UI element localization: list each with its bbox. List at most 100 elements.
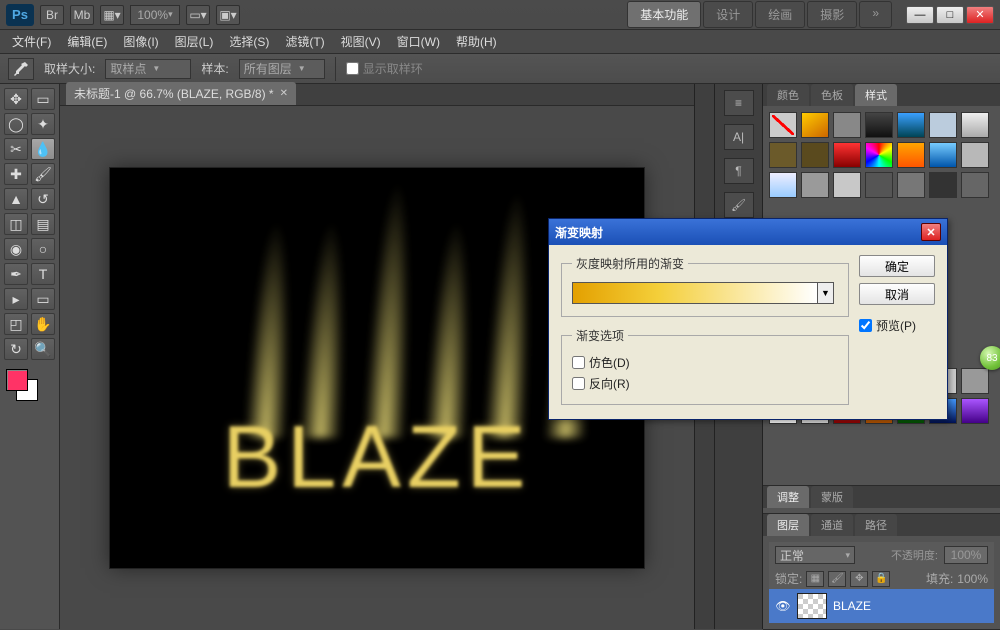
reverse-checkbox[interactable]: 反向(R): [572, 375, 838, 392]
tab-color[interactable]: 颜色: [767, 84, 809, 106]
style-swatch[interactable]: [769, 172, 797, 198]
quick-select-tool[interactable]: ✦: [31, 113, 55, 135]
style-swatch[interactable]: [929, 172, 957, 198]
eraser-tool[interactable]: ◫: [4, 213, 28, 235]
3d-tool[interactable]: ◰: [4, 313, 28, 335]
menu-window[interactable]: 窗口(W): [391, 30, 446, 53]
color-swatches[interactable]: [4, 369, 55, 405]
menu-layer[interactable]: 图层(L): [169, 30, 220, 53]
assist-bubble[interactable]: 83: [980, 346, 1000, 370]
gradient-dropdown[interactable]: ▼: [818, 282, 834, 304]
menu-image[interactable]: 图像(I): [117, 30, 164, 53]
workspace-tab-photography[interactable]: 摄影: [807, 1, 857, 28]
paragraph-panel-icon[interactable]: ¶: [724, 158, 754, 184]
menu-view[interactable]: 视图(V): [335, 30, 387, 53]
layer-thumbnail[interactable]: [797, 593, 827, 619]
style-swatch[interactable]: [961, 172, 989, 198]
character-panel-icon[interactable]: A|: [724, 124, 754, 150]
arrange-docs-button[interactable]: ▭▾: [186, 5, 210, 25]
bridge-button[interactable]: Br: [40, 5, 64, 25]
layer-row[interactable]: 👁 BLAZE: [769, 589, 994, 623]
mini-bridge-button[interactable]: Mb: [70, 5, 94, 25]
dialog-titlebar[interactable]: 渐变映射 ✕: [549, 219, 947, 245]
zoom-level[interactable]: 100% ▾: [130, 5, 180, 25]
rotate-view-tool[interactable]: ↻: [4, 338, 28, 360]
lock-position-icon[interactable]: ✥: [850, 571, 868, 587]
lasso-tool[interactable]: ◯: [4, 113, 28, 135]
menu-edit[interactable]: 编辑(E): [61, 30, 113, 53]
marquee-tool[interactable]: ▭: [31, 88, 55, 110]
style-swatch[interactable]: [769, 142, 797, 168]
style-swatch[interactable]: [833, 112, 861, 138]
shape-tool[interactable]: ▭: [31, 288, 55, 310]
type-tool[interactable]: T: [31, 263, 55, 285]
stamp-tool[interactable]: ▲: [4, 188, 28, 210]
layer-visibility-icon[interactable]: 👁: [775, 599, 791, 613]
sample-layers-combo[interactable]: 所有图层▼: [239, 59, 325, 79]
style-swatch[interactable]: [865, 172, 893, 198]
gradient-tool[interactable]: ▤: [31, 213, 55, 235]
minimize-button[interactable]: —: [906, 6, 934, 24]
style-swatch[interactable]: [961, 368, 989, 394]
zoom-tool[interactable]: 🔍: [31, 338, 55, 360]
style-swatch[interactable]: [801, 172, 829, 198]
sample-size-combo[interactable]: 取样点▼: [105, 59, 191, 79]
brushes-panel-icon[interactable]: 🖌: [724, 192, 754, 218]
cancel-button[interactable]: 取消: [859, 283, 935, 305]
ok-button[interactable]: 确定: [859, 255, 935, 277]
style-swatch[interactable]: [897, 172, 925, 198]
lock-transparency-icon[interactable]: ▦: [806, 571, 824, 587]
close-document-icon[interactable]: ✕: [280, 88, 288, 99]
blur-tool[interactable]: ◉: [4, 238, 28, 260]
fill-value[interactable]: 100%: [957, 572, 988, 586]
healing-brush-tool[interactable]: ✚: [4, 163, 28, 185]
move-tool[interactable]: ✥: [4, 88, 28, 110]
document-tab[interactable]: 未标题-1 @ 66.7% (BLAZE, RGB/8) * ✕: [66, 82, 296, 105]
style-swatch[interactable]: [865, 112, 893, 138]
workspace-tab-painting[interactable]: 绘画: [755, 1, 805, 28]
tab-masks[interactable]: 蒙版: [811, 486, 853, 508]
style-swatch[interactable]: [929, 142, 957, 168]
tab-styles[interactable]: 样式: [855, 84, 897, 106]
pen-tool[interactable]: ✒: [4, 263, 28, 285]
lock-pixels-icon[interactable]: 🖌: [828, 571, 846, 587]
crop-tool[interactable]: ✂: [4, 138, 28, 160]
workspace-tab-essentials[interactable]: 基本功能: [627, 1, 701, 28]
show-sample-ring-checkbox[interactable]: 显示取样环: [346, 60, 423, 77]
tab-channels[interactable]: 通道: [811, 514, 853, 536]
screen-mode-button[interactable]: ▣▾: [216, 5, 240, 25]
dialog-close-button[interactable]: ✕: [921, 223, 941, 241]
tab-layers[interactable]: 图层: [767, 514, 809, 536]
gradient-preview[interactable]: [572, 282, 818, 304]
maximize-button[interactable]: □: [936, 6, 964, 24]
style-swatch[interactable]: [961, 142, 989, 168]
style-swatch[interactable]: [833, 142, 861, 168]
current-tool-icon[interactable]: [8, 58, 34, 80]
hand-tool[interactable]: ✋: [31, 313, 55, 335]
menu-filter[interactable]: 滤镜(T): [279, 30, 330, 53]
eyedropper-tool[interactable]: 💧: [31, 138, 55, 160]
dither-checkbox[interactable]: 仿色(D): [572, 354, 838, 371]
style-swatch[interactable]: [865, 142, 893, 168]
opacity-value[interactable]: 100%: [944, 546, 988, 564]
brush-tool[interactable]: 🖌: [31, 163, 55, 185]
history-panel-icon[interactable]: ≡: [724, 90, 754, 116]
foreground-color-swatch[interactable]: [6, 369, 28, 391]
blend-mode-select[interactable]: 正常▾: [775, 546, 855, 564]
menu-help[interactable]: 帮助(H): [450, 30, 503, 53]
workspace-more[interactable]: »: [859, 1, 892, 28]
lock-all-icon[interactable]: 🔒: [872, 571, 890, 587]
close-window-button[interactable]: ✕: [966, 6, 994, 24]
style-none[interactable]: [769, 112, 797, 138]
style-swatch[interactable]: [961, 112, 989, 138]
style-swatch[interactable]: [897, 142, 925, 168]
tab-adjustments[interactable]: 调整: [767, 486, 809, 508]
menu-select[interactable]: 选择(S): [223, 30, 275, 53]
preview-checkbox[interactable]: 预览(P): [859, 317, 935, 334]
workspace-tab-design[interactable]: 设计: [703, 1, 753, 28]
style-swatch[interactable]: [833, 172, 861, 198]
style-swatch[interactable]: [897, 112, 925, 138]
style-swatch[interactable]: [961, 398, 989, 424]
style-swatch[interactable]: [929, 112, 957, 138]
history-brush-tool[interactable]: ↺: [31, 188, 55, 210]
